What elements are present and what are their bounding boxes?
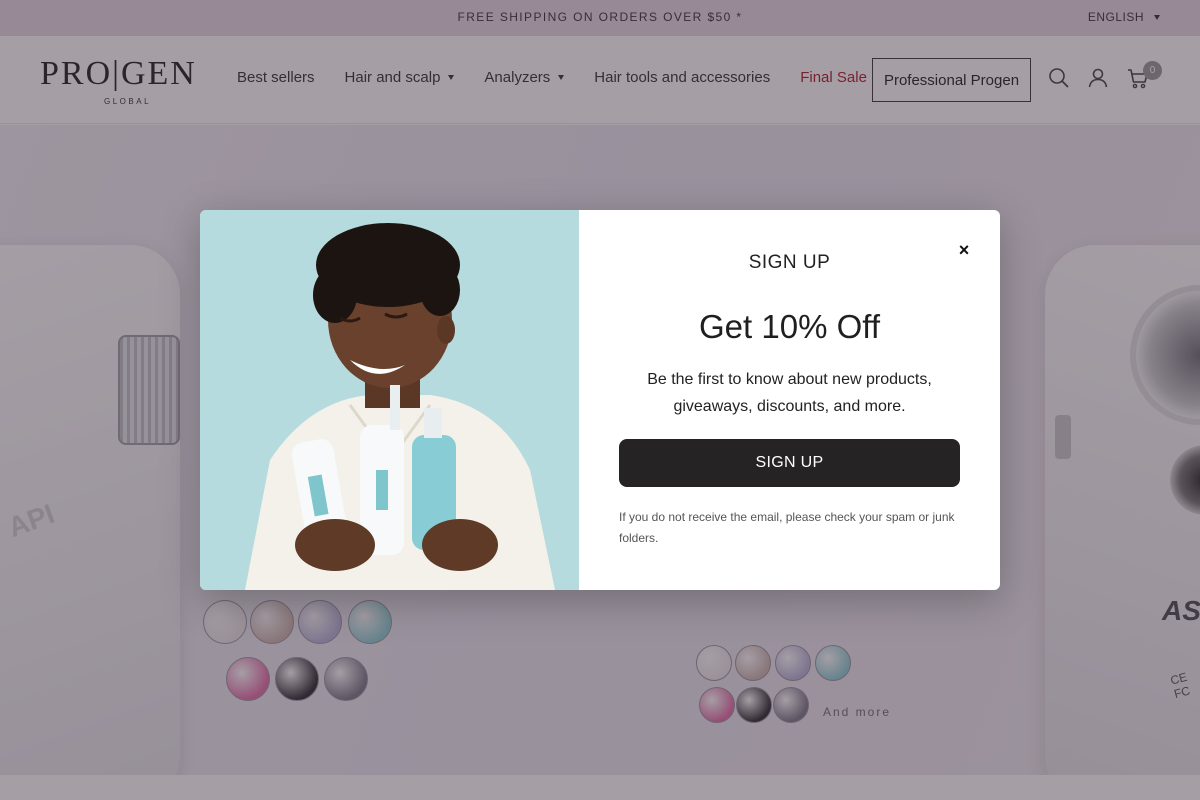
signup-button[interactable]: SIGN UP <box>619 439 960 487</box>
signup-content: SIGN UP Get 10% Off Be the first to know… <box>579 210 1000 590</box>
spam-note: If you do not receive the email, please … <box>619 510 955 545</box>
discount-title: Get 10% Off <box>699 308 880 345</box>
signup-description: Be the first to know about new products,… <box>647 371 932 415</box>
signup-modal: SIGN UP Get 10% Off Be the first to know… <box>200 210 1000 590</box>
promo-photo <box>200 210 579 590</box>
close-icon[interactable]: × <box>955 240 973 260</box>
signup-kicker: SIGN UP <box>748 252 831 273</box>
